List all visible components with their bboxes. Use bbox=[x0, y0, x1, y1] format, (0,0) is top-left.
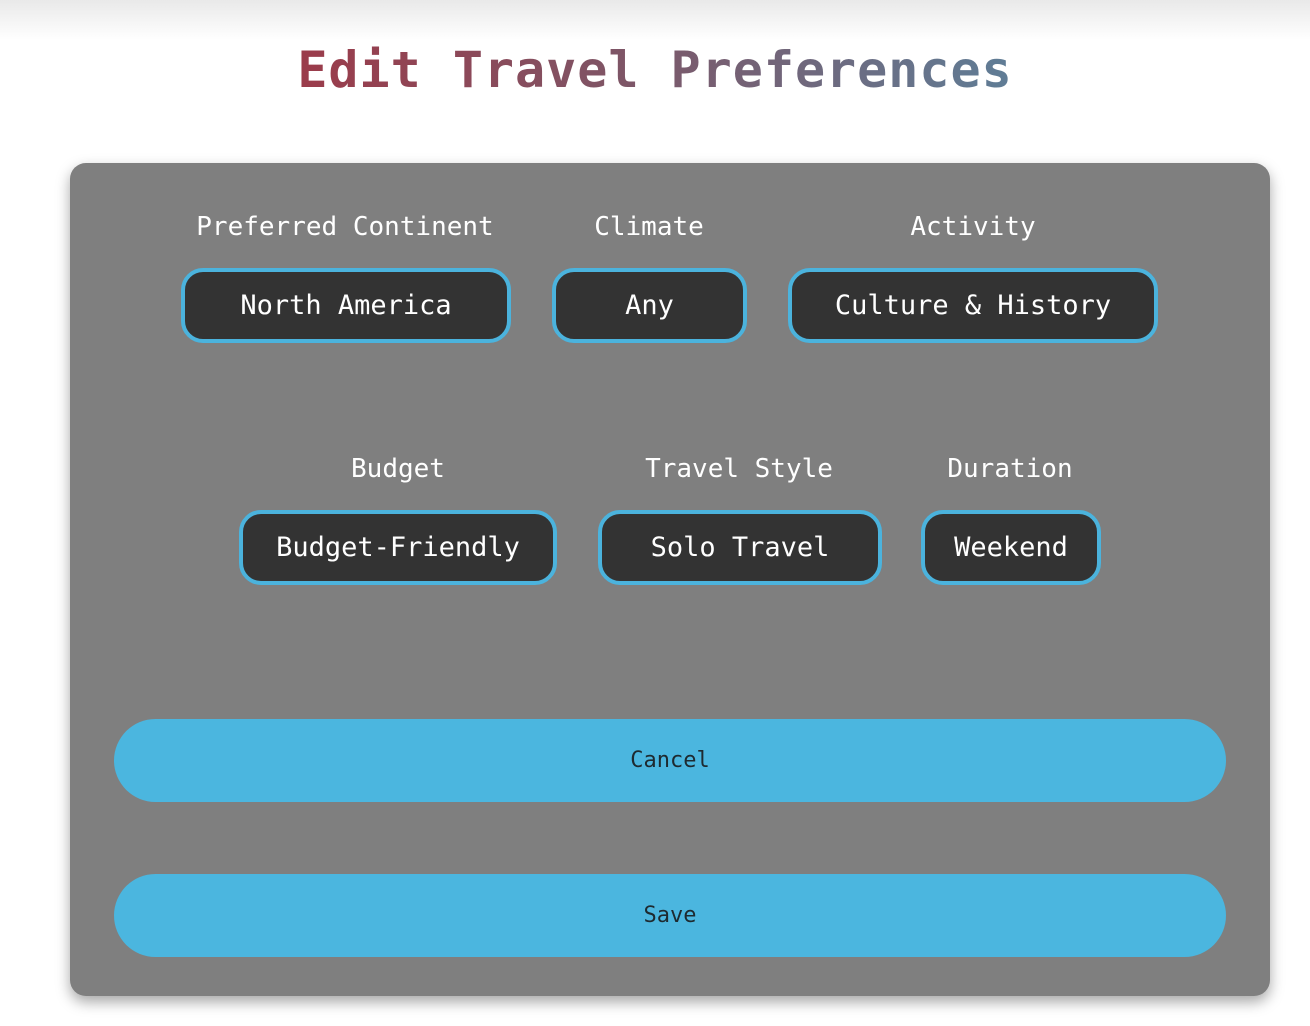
duration-select[interactable]: Weekend bbox=[921, 510, 1101, 585]
budget-select[interactable]: Budget-Friendly bbox=[239, 510, 557, 585]
cancel-button[interactable]: Cancel bbox=[114, 719, 1226, 802]
page-title: Edit Travel Preferences bbox=[0, 38, 1310, 102]
activity-select[interactable]: Culture & History bbox=[788, 268, 1158, 343]
activity-label: Activity bbox=[910, 212, 1036, 242]
save-button[interactable]: Save bbox=[114, 874, 1226, 957]
budget-label: Budget bbox=[351, 454, 445, 484]
duration-label: Duration bbox=[947, 454, 1073, 484]
preferences-card: Preferred Continent North America Climat… bbox=[70, 163, 1270, 996]
travel-style-label: Travel Style bbox=[645, 454, 833, 484]
page-title-text: Edit Travel Preferences bbox=[297, 41, 1013, 99]
climate-select[interactable]: Any bbox=[552, 268, 747, 343]
continent-label: Preferred Continent bbox=[196, 212, 494, 242]
climate-label: Climate bbox=[594, 212, 704, 242]
travel-style-select[interactable]: Solo Travel bbox=[598, 510, 882, 585]
top-shadow bbox=[0, 0, 1310, 40]
continent-select[interactable]: North America bbox=[181, 268, 511, 343]
